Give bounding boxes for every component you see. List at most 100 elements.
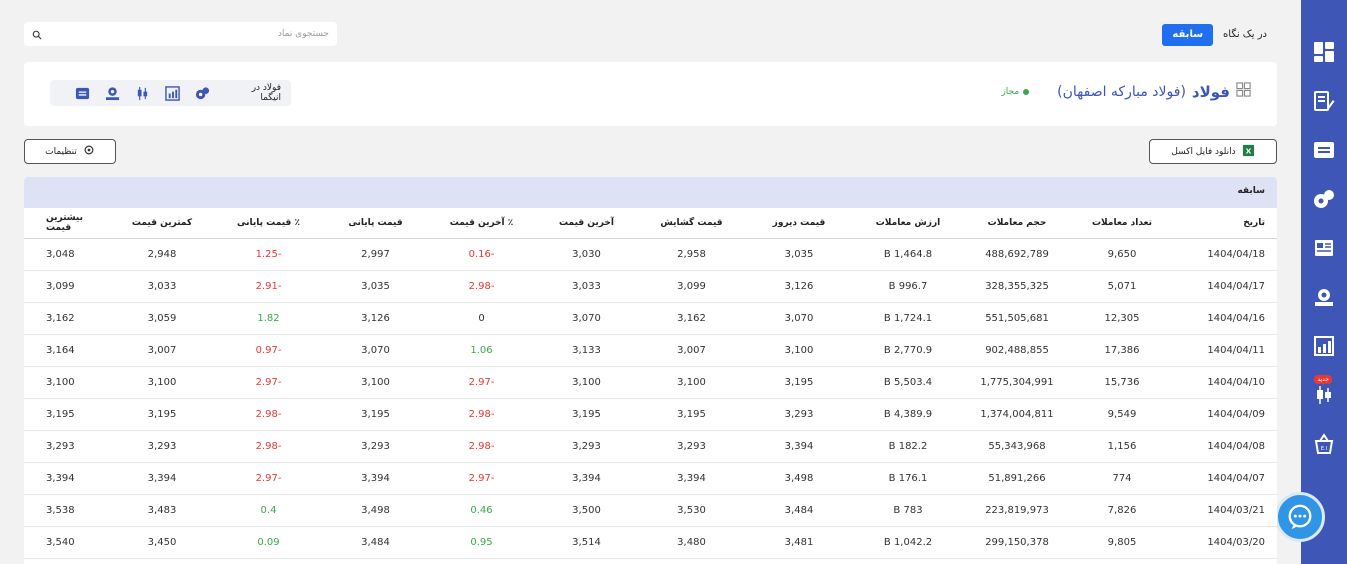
dashboard-icon[interactable] xyxy=(1312,40,1336,64)
cell-close-pct: -2.97 xyxy=(215,462,322,495)
cell-open: 3,480 xyxy=(639,526,744,559)
cell-volume: 51,891,266 xyxy=(962,462,1072,495)
gear-analysis-icon[interactable] xyxy=(105,85,120,101)
cell-last-pct: 0.95 xyxy=(429,526,534,559)
cell-date: 1404/04/09 xyxy=(1172,398,1277,431)
search-input[interactable] xyxy=(42,29,329,39)
settings-label: تنظیمات xyxy=(45,146,77,157)
bar-chart-icon[interactable] xyxy=(1312,334,1336,358)
table-row[interactable]: 1404/04/16 12,305 551,505,681 1,724.1 B 3,07… xyxy=(24,302,1277,335)
history-table: تاریخ تعداد معاملات حجم معاملات ارزش معا… xyxy=(24,208,1277,559)
cell-trades: 9,549 xyxy=(1072,398,1172,431)
cell-min: 2,948 xyxy=(109,238,215,271)
cell-close: 3,498 xyxy=(322,494,429,527)
new-badge: جدید xyxy=(1314,375,1332,384)
cell-date: 1404/04/16 xyxy=(1172,302,1277,335)
table-row[interactable]: 1404/04/18 9,650 488,692,789 1,464.8 B 3,035… xyxy=(24,238,1277,271)
header-volume[interactable]: حجم معاملات xyxy=(962,208,1072,239)
download-excel-button[interactable]: X دانلود فایل اکسل xyxy=(1149,139,1277,164)
header-yesterday[interactable]: قیمت دیروز xyxy=(744,208,854,239)
table-row[interactable]: 1404/04/11 17,386 902,488,855 2,770.9 B 3,10… xyxy=(24,334,1277,367)
inegma-link[interactable]: فولاد در انیگما xyxy=(232,83,281,103)
cell-min: 3,007 xyxy=(109,334,215,367)
header-value[interactable]: ارزش معاملات xyxy=(854,208,962,239)
header-last-pct[interactable]: ٪ آخرین قیمت xyxy=(429,208,534,239)
table-row[interactable]: 1404/04/07 774 51,891,266 176.1 B 3,498 3,394… xyxy=(24,462,1277,495)
gear-analysis-icon[interactable] xyxy=(1312,285,1336,309)
cell-volume: 902,488,855 xyxy=(962,334,1072,367)
cell-volume: 488,692,789 xyxy=(962,238,1072,271)
cell-close: 3,484 xyxy=(322,526,429,559)
header-open[interactable]: قیمت گشایش xyxy=(639,208,744,239)
exchange-icon[interactable] xyxy=(75,85,90,101)
cell-close: 3,126 xyxy=(322,302,429,335)
symbol-info: فولاد (فولاد مبارکه اصفهان) مجاز xyxy=(1001,82,1251,101)
cell-close: 3,293 xyxy=(322,430,429,463)
cell-open: 3,162 xyxy=(639,302,744,335)
table-title: سابقه xyxy=(24,177,1277,208)
cell-trades: 17,386 xyxy=(1072,334,1172,367)
cell-yesterday: 3,035 xyxy=(744,238,854,271)
cell-date: 1404/04/11 xyxy=(1172,334,1277,367)
symbol-tools: فولاد در انیگما xyxy=(50,80,291,106)
status-badge: مجاز xyxy=(1001,86,1020,97)
news-icon[interactable] xyxy=(1312,236,1336,260)
actions-row: X دانلود فایل اکسل تنظیمات xyxy=(24,139,1277,164)
cell-open: 3,099 xyxy=(639,270,744,303)
cell-value: 2,770.9 B xyxy=(854,334,962,367)
tab-overview[interactable]: در یک نگاه xyxy=(1213,24,1277,46)
header-last[interactable]: آخرین قیمت xyxy=(534,208,639,239)
cell-open: 3,007 xyxy=(639,334,744,367)
cell-yesterday: 3,484 xyxy=(744,494,854,527)
cell-close-pct: 1.82 xyxy=(215,302,322,335)
cell-last: 3,514 xyxy=(534,526,639,559)
table-row[interactable]: 1404/03/21 7,826 223,819,973 783 B 3,484 3,53… xyxy=(24,494,1277,527)
cell-close-pct: -1.25 xyxy=(215,238,322,271)
bar-chart-icon[interactable] xyxy=(165,85,180,101)
cell-open: 2,958 xyxy=(639,238,744,271)
side-rail: جدید E.I xyxy=(1301,0,1347,564)
header-close[interactable]: قیمت پایانی xyxy=(322,208,429,239)
excel-icon: X xyxy=(1242,144,1255,160)
table-row[interactable]: 1404/03/20 9,805 299,150,378 1,042.2 B 3,481… xyxy=(24,526,1277,559)
cell-last-pct: -2.97 xyxy=(429,462,534,495)
cell-value: 182.2 B xyxy=(854,430,962,463)
cell-last: 3,100 xyxy=(534,366,639,399)
candlestick-icon[interactable]: جدید xyxy=(1312,375,1336,407)
cell-yesterday: 3,126 xyxy=(744,270,854,303)
header-trades[interactable]: تعداد معاملات xyxy=(1072,208,1172,239)
symbol-name: فولاد xyxy=(1191,82,1230,101)
cell-value: 4,389.9 B xyxy=(854,398,962,431)
grid-icon[interactable] xyxy=(1236,82,1251,101)
header-close-pct[interactable]: ٪ قیمت پایانی xyxy=(215,208,322,239)
edit-document-icon[interactable] xyxy=(1312,89,1336,113)
pie-chart-icon[interactable] xyxy=(195,85,210,101)
search-icon[interactable] xyxy=(32,25,42,44)
exchange-icon[interactable] xyxy=(1312,138,1336,162)
header-max[interactable]: بیشترین قیمت xyxy=(24,208,109,239)
table-row[interactable]: 1404/04/08 1,156 55,343,968 182.2 B 3,394 3,2… xyxy=(24,430,1277,463)
cell-volume: 223,819,973 xyxy=(962,494,1072,527)
table-row[interactable]: 1404/04/17 5,071 328,355,325 996.7 B 3,126 3,… xyxy=(24,270,1277,303)
header-min[interactable]: کمترین قیمت xyxy=(109,208,215,239)
cell-open: 3,530 xyxy=(639,494,744,527)
pie-chart-icon[interactable] xyxy=(1312,187,1336,211)
status-dot xyxy=(1023,88,1030,95)
cell-close-pct: -2.98 xyxy=(215,430,322,463)
cell-yesterday: 3,293 xyxy=(744,398,854,431)
cell-trades: 9,650 xyxy=(1072,238,1172,271)
cell-date: 1404/04/07 xyxy=(1172,462,1277,495)
candlestick-icon[interactable] xyxy=(135,85,150,101)
cell-min: 3,100 xyxy=(109,366,215,399)
cell-last-pct: -2.98 xyxy=(429,398,534,431)
tab-history[interactable]: سابقه xyxy=(1162,24,1214,46)
cell-max: 3,164 xyxy=(24,334,109,367)
settings-button[interactable]: تنظیمات xyxy=(24,139,116,164)
table-row[interactable]: 1404/04/10 15,736 1,775,304,991 5,503.4 B 3,… xyxy=(24,366,1277,399)
cell-min: 3,059 xyxy=(109,302,215,335)
cell-close-pct: 0.4 xyxy=(215,494,322,527)
basket-icon[interactable]: E.I xyxy=(1312,432,1336,456)
header-date[interactable]: تاریخ xyxy=(1172,208,1277,239)
chat-support-button[interactable] xyxy=(1275,492,1325,542)
table-row[interactable]: 1404/04/09 9,549 1,374,004,811 4,389.9 B 3,2… xyxy=(24,398,1277,431)
